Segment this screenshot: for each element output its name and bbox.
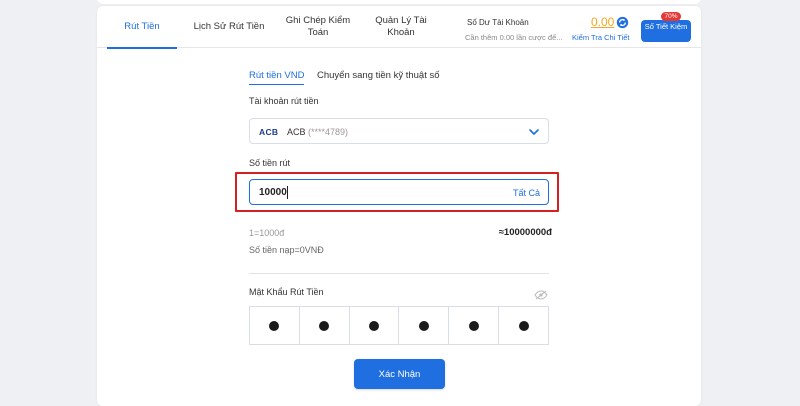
bank-account-number: (****4789) xyxy=(308,127,349,137)
pin-cell[interactable] xyxy=(449,307,500,344)
amount-value: 10000 xyxy=(259,187,287,198)
converted-total: ≈10000000đ xyxy=(498,227,552,238)
pin-cell[interactable] xyxy=(350,307,400,344)
divider xyxy=(249,273,549,274)
pin-dot xyxy=(468,320,479,331)
savings-badge: 70% xyxy=(661,12,681,21)
all-amount-button[interactable]: Tất Cả xyxy=(513,188,540,198)
deposit-info: Số tiền nạp=0VNĐ xyxy=(249,245,324,255)
chevron-down-icon xyxy=(529,129,539,135)
pin-cell[interactable] xyxy=(250,307,300,344)
account-label: Tài khoản rút tiền xyxy=(249,96,319,106)
savings-button-label: Số Tiết Kiệm xyxy=(644,22,688,31)
pin-dot xyxy=(319,320,330,331)
password-label: Mật Khẩu Rút Tiền xyxy=(249,287,324,297)
eye-hidden-icon[interactable] xyxy=(534,290,548,300)
pin-input[interactable] xyxy=(249,306,549,345)
refresh-icon[interactable] xyxy=(616,16,629,29)
confirm-button[interactable]: Xác Nhận xyxy=(354,359,445,389)
tab-account-management[interactable]: Quản Lý Tài Khoản xyxy=(367,6,435,48)
pin-cell[interactable] xyxy=(300,307,350,344)
pin-cell[interactable] xyxy=(499,307,548,344)
pin-dot xyxy=(518,320,529,331)
savings-button[interactable]: Số Tiết Kiệm xyxy=(641,20,691,42)
exchange-rate: 1=1000đ xyxy=(249,228,285,238)
amount-input[interactable]: 10000 Tất Cả xyxy=(249,179,549,205)
tab-withdraw-history[interactable]: Lịch Sử Rút Tiền xyxy=(189,6,269,48)
pin-dot xyxy=(418,320,429,331)
bank-logo: ACB xyxy=(259,127,279,137)
tab-audit-log[interactable]: Ghi Chép Kiểm Toán xyxy=(277,6,359,48)
withdraw-panel: Rút Tiền Lịch Sử Rút Tiền Ghi Chép Kiểm … xyxy=(97,6,701,406)
pin-cell[interactable] xyxy=(399,307,450,344)
balance-value[interactable]: 0.00 xyxy=(591,15,614,29)
amount-label: Số tiền rút xyxy=(249,158,291,168)
balance-label: Số Dư Tài Khoản xyxy=(467,18,529,27)
bank-account-select[interactable]: ACB ACB (****4789) xyxy=(249,118,549,144)
pin-dot xyxy=(369,320,380,331)
text-caret xyxy=(287,186,288,199)
confirm-button-label: Xác Nhận xyxy=(378,368,421,380)
tab-withdraw[interactable]: Rút Tiền xyxy=(107,6,177,49)
bank-name: ACB xyxy=(287,127,306,137)
check-details-link[interactable]: Kiểm Tra Chi Tiết xyxy=(572,33,630,42)
pin-dot xyxy=(269,320,280,331)
wager-requirement-text: Cần thêm 0.00 lần cược để... xyxy=(465,33,563,42)
subtab-withdraw-vnd[interactable]: Rút tiền VND xyxy=(249,70,305,85)
header-tabs: Rút Tiền Lịch Sử Rút Tiền Ghi Chép Kiểm … xyxy=(97,6,701,49)
subtab-convert-crypto[interactable]: Chuyển sang tiền kỹ thuật số xyxy=(317,70,440,81)
top-card-edge xyxy=(97,0,701,4)
